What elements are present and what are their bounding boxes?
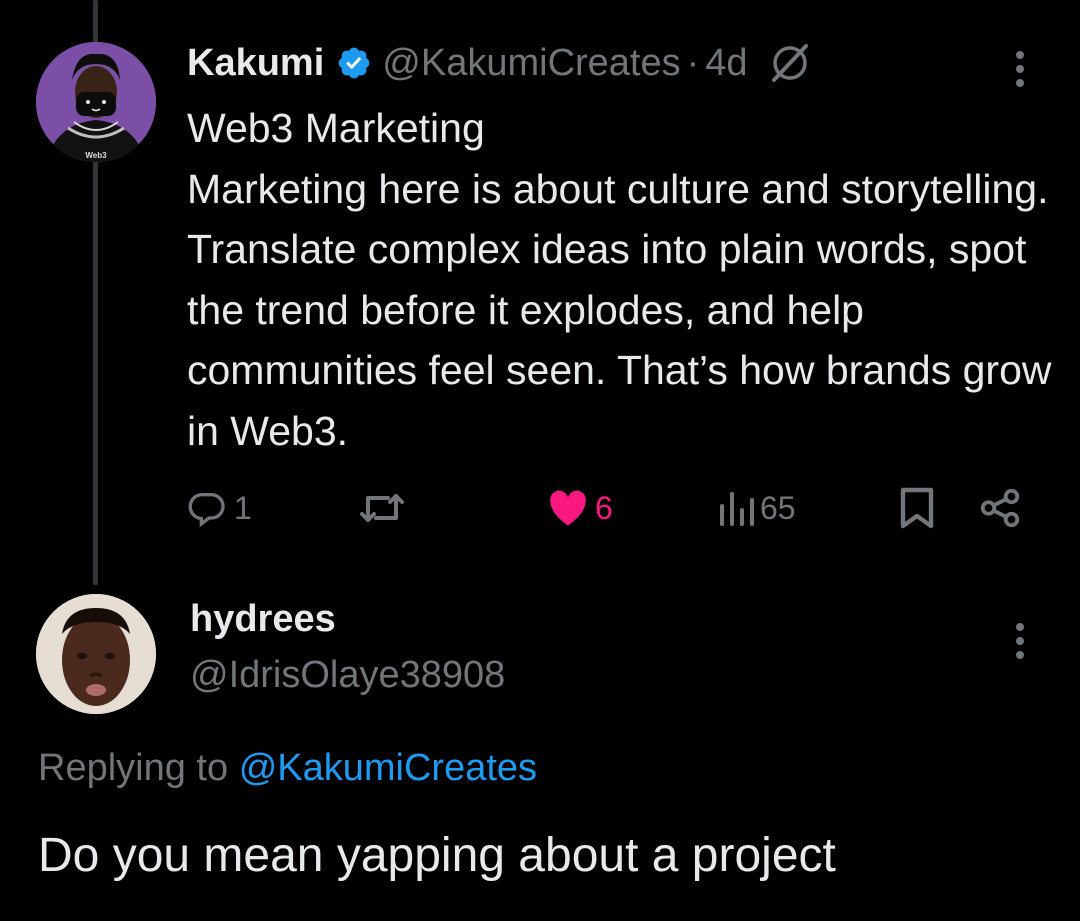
views-button[interactable]: 65 bbox=[718, 478, 796, 538]
reply-text: Do you mean yapping about a project bbox=[38, 829, 836, 882]
reply-author-handle[interactable]: @IdrisOlaye38908 bbox=[190, 654, 505, 697]
tweet-actions: 1 6 65 bbox=[0, 478, 1080, 538]
hydrees-avatar[interactable] bbox=[36, 594, 156, 714]
tweet-age[interactable]: 4d bbox=[705, 42, 747, 85]
views-count: 65 bbox=[760, 489, 796, 526]
like-button[interactable]: 6 bbox=[547, 478, 613, 538]
share-icon bbox=[980, 488, 1020, 528]
reply-count: 1 bbox=[234, 489, 252, 526]
tweet-paragraph-1: Web3 Marketing bbox=[187, 105, 485, 151]
author-name[interactable]: Kakumi bbox=[187, 42, 324, 85]
reply-more-icon[interactable] bbox=[1014, 620, 1026, 660]
kakumi-avatar[interactable]: Web3 bbox=[36, 42, 156, 162]
reply-icon bbox=[188, 492, 225, 528]
tweet-header: Kakumi @KakumiCreates · 4d bbox=[187, 38, 812, 88]
replying-prefix: Replying to bbox=[38, 747, 229, 789]
replying-mention-link[interactable]: @KakumiCreates bbox=[239, 747, 537, 789]
retweet-button[interactable] bbox=[358, 478, 406, 538]
grok-icon[interactable] bbox=[768, 41, 812, 85]
like-count: 6 bbox=[595, 489, 613, 526]
tweet-more-icon[interactable] bbox=[1014, 48, 1026, 88]
reply-author-name[interactable]: hydrees bbox=[190, 598, 336, 641]
avatar-web3-label: Web3 bbox=[85, 151, 107, 160]
share-button[interactable] bbox=[977, 478, 1023, 538]
bookmark-button[interactable] bbox=[899, 478, 935, 538]
separator-dot: · bbox=[686, 41, 700, 84]
views-icon bbox=[720, 492, 754, 526]
author-handle[interactable]: @KakumiCreates bbox=[382, 42, 680, 85]
retweet-icon bbox=[360, 494, 404, 522]
replying-to: Replying to @KakumiCreates bbox=[38, 747, 537, 790]
tweet-paragraph-2: Marketing here is about culture and stor… bbox=[187, 165, 1052, 454]
bookmark-icon bbox=[900, 487, 934, 529]
reply-button[interactable]: 1 bbox=[188, 478, 252, 538]
heart-icon bbox=[550, 490, 586, 526]
verified-badge-icon bbox=[336, 45, 372, 81]
tweet-text: Web3 Marketing Marketing here is about c… bbox=[187, 98, 1057, 461]
